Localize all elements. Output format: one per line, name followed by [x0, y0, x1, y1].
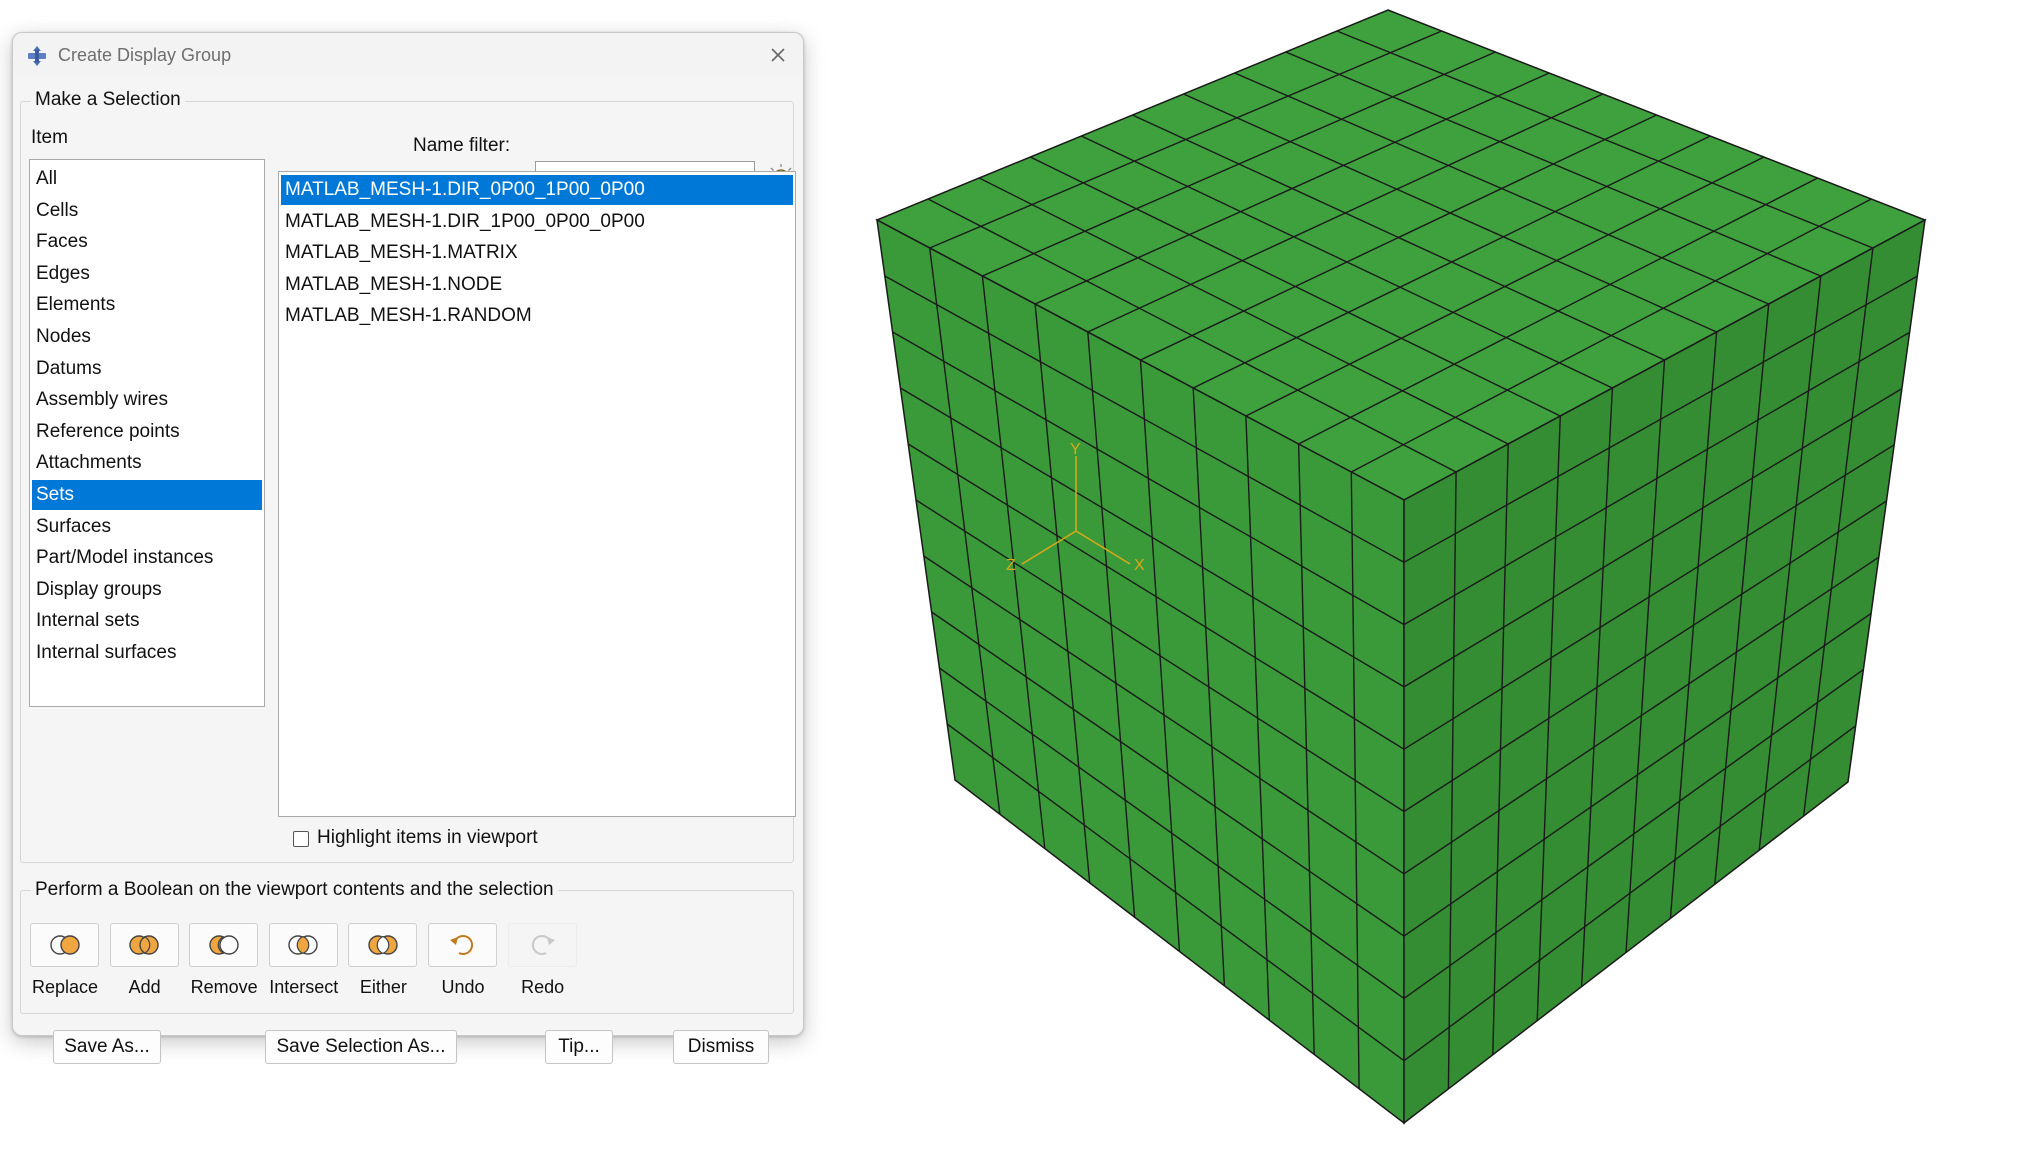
add-icon: [129, 935, 159, 955]
add-button[interactable]: [109, 923, 179, 967]
either-button[interactable]: [348, 923, 418, 967]
replace-icon: [49, 935, 80, 955]
redo-icon: [532, 934, 556, 955]
close-button[interactable]: [761, 39, 795, 71]
redo-button[interactable]: [507, 923, 577, 967]
close-icon: [771, 48, 785, 62]
highlight-checkbox-label[interactable]: Highlight items in viewport: [317, 827, 538, 849]
boolean-group-label: Perform a Boolean on the viewport conten…: [31, 879, 558, 901]
undo-button[interactable]: [428, 923, 497, 967]
intersect-button-label: Intersect: [269, 977, 339, 997]
triad-x-label: X: [1134, 557, 1145, 574]
selection-group-label: Make a Selection: [31, 89, 185, 111]
window-title: Create Display Group: [58, 45, 232, 65]
viewport[interactable]: Y X Z: [860, 0, 2038, 1152]
item-list-entry[interactable]: Cells: [32, 196, 262, 226]
item-list-entry[interactable]: Attachments: [32, 448, 262, 478]
item-list-entry[interactable]: All: [32, 164, 262, 194]
save-selection-as-button[interactable]: Save Selection As...: [265, 1030, 457, 1064]
item-list-entry[interactable]: Faces: [32, 227, 262, 257]
item-list-entry[interactable]: Sets: [32, 480, 262, 510]
item-list-entry[interactable]: Reference points: [32, 417, 262, 447]
title-bar[interactable]: Create Display Group: [13, 33, 803, 77]
set-list-entry[interactable]: MATLAB_MESH-1.RANDOM: [281, 301, 793, 331]
app-icon: [28, 46, 46, 66]
dismiss-button[interactable]: Dismiss: [673, 1030, 769, 1064]
undo-icon: [449, 934, 473, 955]
item-list-entry[interactable]: Nodes: [32, 322, 262, 352]
item-list-entry[interactable]: Elements: [32, 290, 262, 320]
triad-y-label: Y: [1070, 441, 1081, 458]
remove-button-label: Remove: [190, 977, 258, 997]
either-button-label: Either: [359, 977, 407, 997]
intersect-button[interactable]: [268, 923, 338, 967]
item-list-entry[interactable]: Datums: [32, 354, 262, 384]
set-list-entry[interactable]: MATLAB_MESH-1.NODE: [281, 270, 793, 300]
item-list-entry[interactable]: Edges: [32, 259, 262, 289]
either-icon: [368, 935, 398, 955]
item-list-entry[interactable]: Internal surfaces: [32, 638, 262, 668]
item-list-entry[interactable]: Part/Model instances: [32, 543, 262, 573]
save-as-button[interactable]: Save As...: [53, 1030, 161, 1064]
highlight-checkbox[interactable]: [293, 831, 309, 847]
item-list-entry[interactable]: Assembly wires: [32, 385, 262, 415]
tip-button[interactable]: Tip...: [545, 1030, 613, 1064]
name-filter-label: Name filter:: [413, 135, 511, 156]
item-list-entry[interactable]: Surfaces: [32, 512, 262, 542]
screen: Create Display Group Make a Selection It…: [0, 0, 2038, 1152]
replace-button[interactable]: [30, 923, 99, 967]
set-list-entry[interactable]: MATLAB_MESH-1.MATRIX: [281, 238, 793, 268]
set-list-entry[interactable]: MATLAB_MESH-1.DIR_0P00_1P00_0P00: [281, 175, 793, 205]
item-listbox[interactable]: All Cells Faces Edges Elements Nodes Datums Ass…: [29, 159, 265, 707]
item-list-entry[interactable]: Internal sets: [32, 606, 262, 636]
item-label: Item: [31, 127, 68, 148]
set-listbox[interactable]: MATLAB_MESH-1.DIR_0P00_1P00_0P00 MATLAB_M…: [278, 171, 796, 817]
item-list-entry[interactable]: Display groups: [32, 575, 262, 605]
redo-button-label: Redo: [521, 977, 565, 997]
undo-button-label: Undo: [441, 977, 485, 997]
replace-button-label: Replace: [31, 977, 99, 997]
create-display-group-dialog: Create Display Group Make a Selection It…: [12, 32, 804, 1064]
set-list-entry[interactable]: MATLAB_MESH-1.DIR_1P00_0P00_0P00: [281, 207, 793, 237]
intersect-icon: [288, 935, 318, 955]
triad-z-label: Z: [1006, 557, 1016, 574]
remove-button[interactable]: [189, 923, 259, 967]
add-button-label: Add: [128, 977, 161, 997]
mesh-cube[interactable]: Y X Z: [860, 0, 2038, 1152]
remove-icon: [208, 935, 239, 955]
